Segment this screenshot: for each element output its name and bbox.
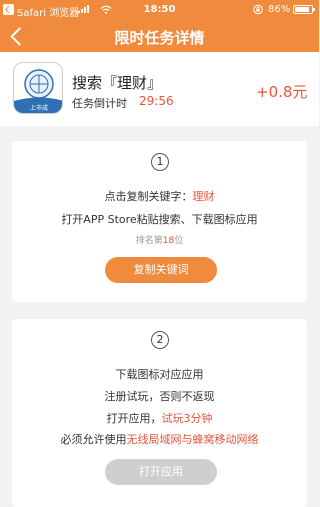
task-app-name: 搜索『理财』 [72,74,163,92]
trial-duration: 试玩3分钟 [161,412,213,425]
task-header: 上市成 搜索『理财』 任务倒计时 29:56 +0.8元 [0,52,319,126]
app-logo: 上市成 [13,62,63,114]
countdown-value: 29:56 [139,94,174,108]
step-1-number: 1 [151,153,169,171]
copy-keyword-line: 点击复制关键字：理财 [12,188,307,204]
register-instruction: 注册试玩，否则不返现 [104,390,215,403]
copy-keyword-button[interactable]: 复制关键词 [105,257,217,283]
search-instruction: 打开APP Store粘贴搜索、下载图标应用 [61,213,258,226]
open-app-button[interactable]: 打开应用 [105,459,217,485]
keyword-text: 理财 [192,190,215,203]
rank-prefix: 排名第 [135,236,163,246]
trial-prefix: 打开应用， [106,412,162,425]
reward-amount: +0.8元 [256,83,308,101]
network-requirement: 无线局域网与蜂窝移动网络 [126,433,259,446]
app-logo-caption: 上市成 [30,104,48,112]
rank-value: 18 [162,236,175,246]
trial-instruction: 打开应用，试玩3分钟 [12,410,307,426]
step-2-number: 2 [151,331,169,349]
step-1-card: 1 点击复制关键字：理财 打开APP Store粘贴搜索、下载图标应用 排名第1… [12,141,307,302]
network-instruction: 必须允许使用无线局域网与蜂窝移动网络 [12,431,307,447]
battery-icon [293,5,315,14]
nav-bar: 限时任务详情 [0,20,319,52]
battery-percentage: 86% [268,4,291,15]
copy-keyword-prefix: 点击复制关键字： [104,190,193,203]
page-title: 限时任务详情 [114,29,205,47]
rank-suffix: 位 [174,236,184,246]
countdown-label: 任务倒计时 [72,97,127,110]
network-prefix: 必须允许使用 [60,433,127,446]
rotation-lock-icon [253,4,263,15]
step-2-card: 2 下载图标对应应用 注册试玩，否则不返现 打开应用，试玩3分钟 必须允许使用无… [12,319,307,507]
download-instruction: 下载图标对应应用 [115,368,204,381]
status-bar: Safari 浏览器 18:50 86% [0,0,319,20]
rank-line: 排名第18位 [12,233,307,246]
